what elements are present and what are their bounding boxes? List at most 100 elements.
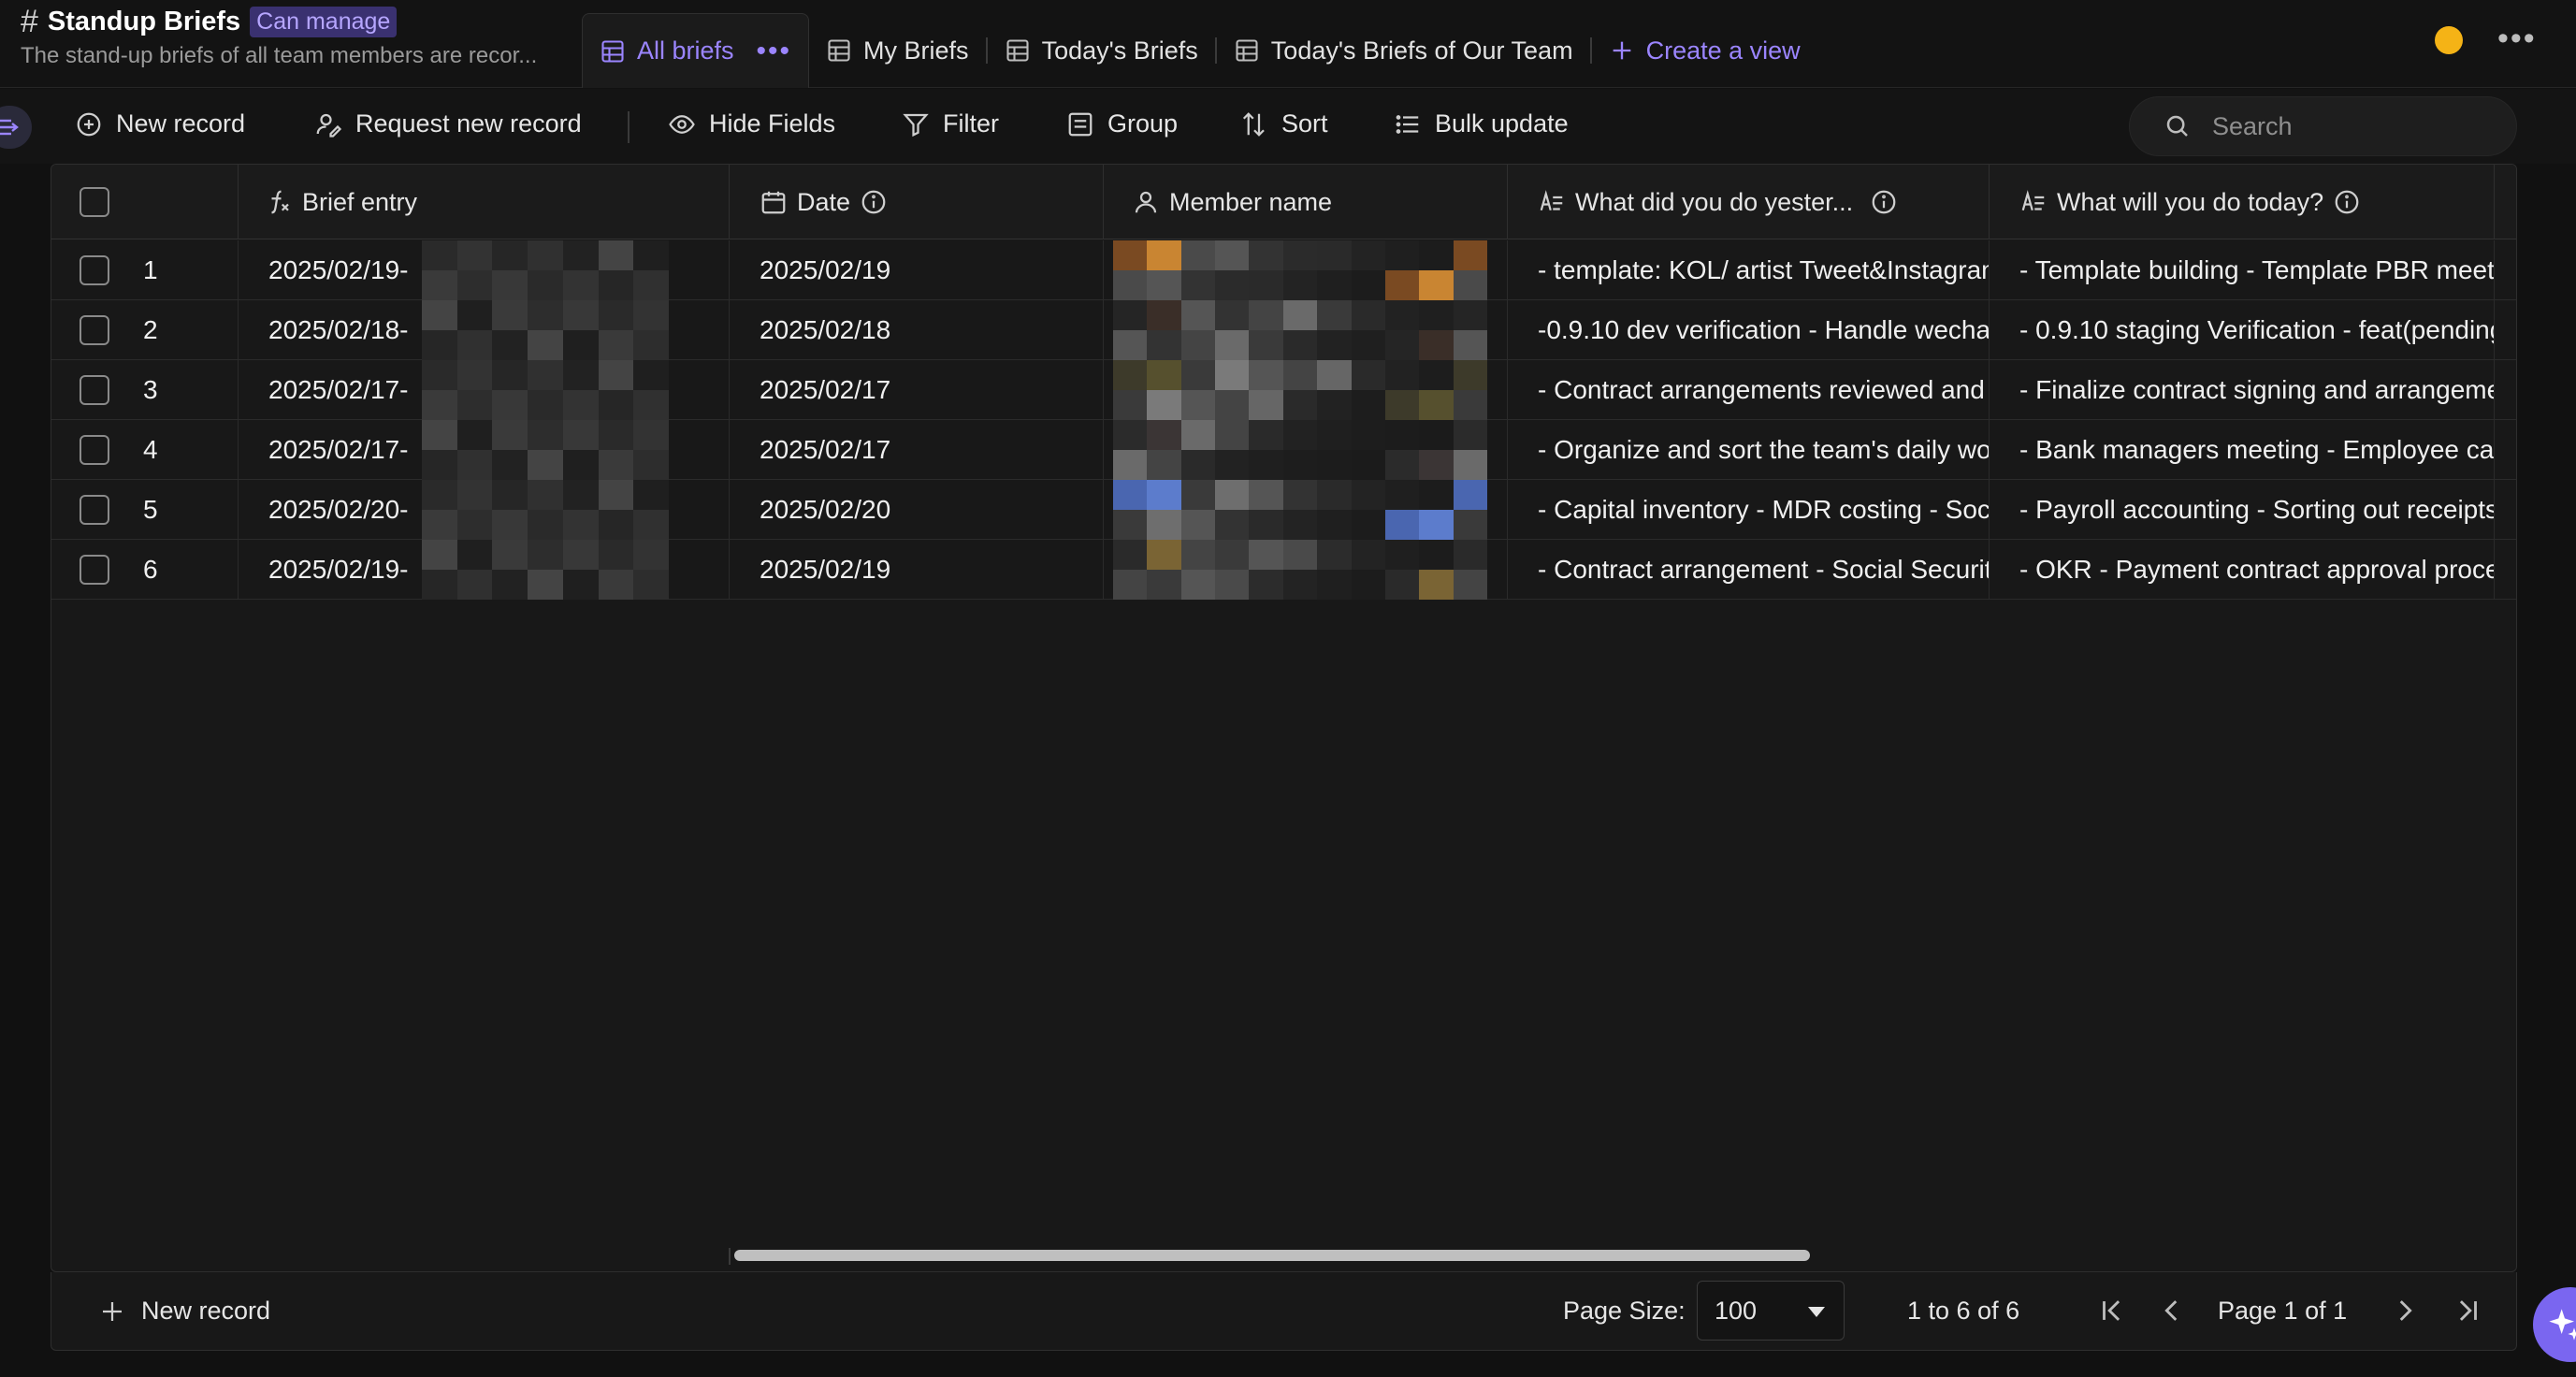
yesterday-cell[interactable]: - Capital inventory - MDR costing - Soci… [1508,480,1990,540]
next-page-icon[interactable] [2389,1295,2421,1326]
yesterday-cell[interactable]: - Organize and sort the team's daily wor… [1508,420,1990,480]
date-cell[interactable]: 2025/02/18 [730,300,1104,360]
status-dot-icon[interactable] [2435,26,2463,54]
date-value: 2025/02/17 [760,375,891,404]
plus-icon [1613,41,1630,60]
app-window: # Standup Briefs Can manage The stand-up… [0,0,2576,1377]
row-checkbox[interactable] [80,315,109,345]
today-cell[interactable]: - Payroll accounting - Sorting out recei… [1990,480,2495,540]
table-row[interactable]: 1 2025/02/19- 2025/02/19 - template: KOL… [51,240,2516,300]
table-row[interactable]: 5 2025/02/20- 2025/02/20 - Capital inven… [51,480,2516,540]
scroll-track-divider [729,1248,731,1265]
footer-new-record-button[interactable]: New record [98,1297,270,1326]
row-checkbox[interactable] [80,495,109,525]
info-icon[interactable] [860,188,888,216]
hide-fields-button[interactable]: Hide Fields [668,109,835,138]
brief-entry-value: 2025/02/17- [268,435,409,464]
sidebar-toggle-button[interactable] [0,106,32,149]
tab-label: Today's Briefs [1041,36,1198,65]
table-row[interactable]: 6 2025/02/19- 2025/02/19 - Contract arra… [51,540,2516,600]
date-cell[interactable]: 2025/02/17 [730,360,1104,420]
create-view-label: Create a view [1645,36,1801,65]
tab-my-briefs[interactable]: My Briefs [809,13,986,88]
first-page-icon[interactable] [2096,1295,2128,1326]
yesterday-cell[interactable]: -0.9.10 dev verification - Handle wechat [1508,300,1990,360]
brief-entry-value: 2025/02/20- [268,495,409,524]
group-button[interactable]: Group [1066,109,1178,138]
table-row[interactable]: 2 2025/02/18- 2025/02/18 -0.9.10 dev ver… [51,300,2516,360]
date-cell[interactable]: 2025/02/17 [730,420,1104,480]
column-header-today[interactable]: What will you do today? [1990,165,2495,239]
yesterday-cell[interactable]: - Contract arrangements reviewed and [1508,360,1990,420]
column-header-brief-entry[interactable]: Brief entry [239,165,730,239]
search-box[interactable] [2129,96,2517,156]
column-header-date[interactable]: Date [730,165,1104,239]
column-header-member-name[interactable]: Member name [1104,165,1508,239]
row-checkbox[interactable] [80,255,109,285]
toolbar-divider [628,111,630,143]
expand-sidebar-icon [0,119,19,136]
row-checkbox[interactable] [80,375,109,405]
row-index-cell: 5 [51,480,239,540]
select-all-checkbox[interactable] [80,187,109,217]
table-row[interactable]: 4 2025/02/17- 2025/02/17 - Organize and … [51,420,2516,480]
sort-button[interactable]: Sort [1240,109,1328,138]
plus-icon [103,1301,122,1321]
today-cell[interactable]: - OKR - Payment contract approval proces… [1990,540,2495,600]
filter-button[interactable]: Filter [902,109,999,138]
tab-todays-briefs[interactable]: Today's Briefs [988,13,1215,88]
calendar-icon [761,191,786,214]
page-title[interactable]: Standup Briefs [48,7,240,37]
yesterday-value: - Contract arrangement - Social Security [1538,555,1990,584]
row-number: 6 [143,555,158,584]
more-horizontal-icon[interactable]: ••• [2497,21,2537,57]
filter-icon [903,113,929,137]
yesterday-value: - Capital inventory - MDR costing - Soci… [1538,495,1990,524]
date-cell[interactable]: 2025/02/19 [730,240,1104,300]
bulk-update-button[interactable]: Bulk update [1394,109,1569,138]
list-icon [1396,114,1419,134]
page-description[interactable]: The stand-up briefs of all team members … [21,43,537,69]
row-checkbox[interactable] [80,555,109,585]
horizontal-scrollbar[interactable] [734,1250,1810,1261]
tab-all-briefs[interactable]: All briefs ••• [582,13,810,88]
today-cell[interactable]: - 0.9.10 staging Verification - feat(pen… [1990,300,2495,360]
redacted-block [422,480,669,540]
last-page-icon[interactable] [2452,1295,2483,1326]
sparkle-icon [2549,1309,2576,1341]
info-icon[interactable] [1870,188,1898,216]
ai-assistant-button[interactable] [2533,1287,2576,1362]
date-cell[interactable]: 2025/02/19 [730,540,1104,600]
grid-view-icon [601,39,624,63]
tab-todays-briefs-team[interactable]: Today's Briefs of Our Team [1217,13,1590,88]
page-size-select[interactable]: 100 [1697,1281,1845,1341]
row-number: 1 [143,255,158,284]
redacted-block [422,360,669,420]
yesterday-cell[interactable]: - Contract arrangement - Social Security [1508,540,1990,600]
yesterday-value: - Contract arrangements reviewed and [1538,375,1985,404]
more-horizontal-icon[interactable]: ••• [757,36,792,65]
column-label: Brief entry [302,187,418,216]
yesterday-value: - template: KOL/ artist Tweet&Instagram [1538,255,1990,284]
yesterday-cell[interactable]: - template: KOL/ artist Tweet&Instagram [1508,240,1990,300]
brief-entry-value: 2025/02/19- [268,555,409,584]
row-checkbox[interactable] [80,435,109,465]
row-index-cell: 3 [51,360,239,420]
column-header-yesterday[interactable]: What did you do yester... [1508,165,1990,239]
new-record-button[interactable]: New record [75,109,245,138]
search-input[interactable] [2212,111,2493,141]
info-icon[interactable] [2333,188,2361,216]
today-cell[interactable]: - Bank managers meeting - Employee care [1990,420,2495,480]
request-new-record-button[interactable]: Request new record [314,109,582,138]
row-number: 4 [143,435,158,464]
date-cell[interactable]: 2025/02/20 [730,480,1104,540]
date-value: 2025/02/20 [760,495,891,524]
previous-page-icon[interactable] [2156,1295,2188,1326]
redacted-avatar [1113,480,1487,540]
today-cell[interactable]: - Template building - Template PBR meeti… [1990,240,2495,300]
today-cell[interactable]: - Finalize contract signing and arrangem… [1990,360,2495,420]
redacted-block [422,420,669,480]
table-row[interactable]: 3 2025/02/17- 2025/02/17 - Contract arra… [51,360,2516,420]
create-view-button[interactable]: Create a view [1592,13,1817,88]
brief-entry-value: 2025/02/17- [268,375,409,404]
